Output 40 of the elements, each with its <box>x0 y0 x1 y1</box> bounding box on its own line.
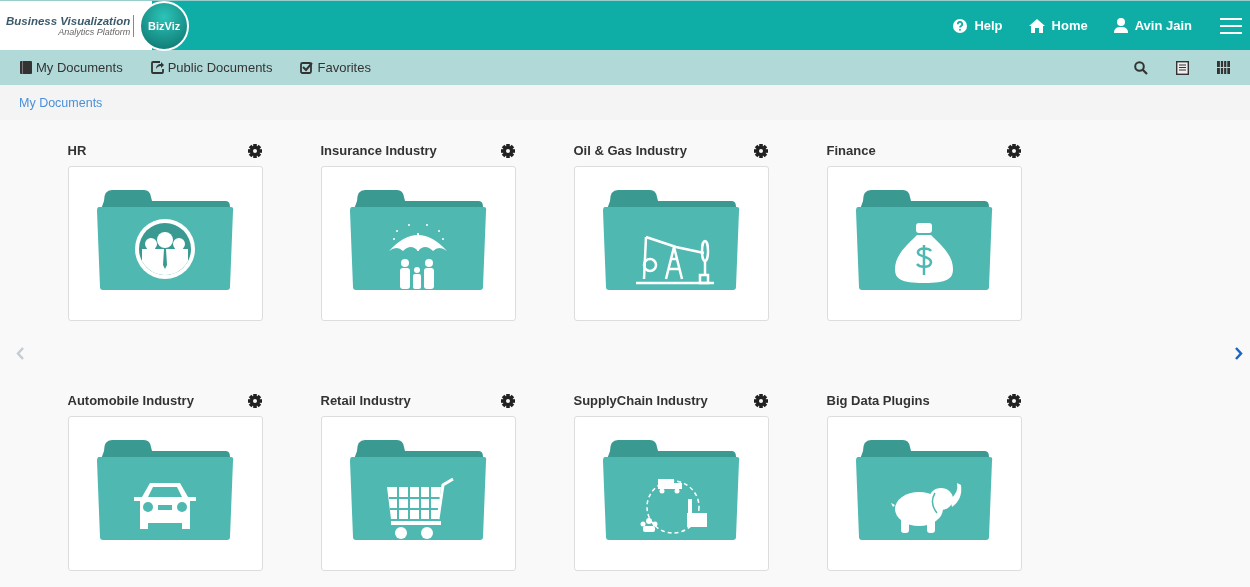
folder-title[interactable]: SupplyChain Industry <box>573 393 708 408</box>
grid-view-icon[interactable] <box>1217 61 1230 74</box>
folder-card[interactable] <box>826 165 1022 321</box>
settings-icon[interactable] <box>1006 143 1021 158</box>
folder-title[interactable]: Automobile Industry <box>67 393 194 408</box>
toolbar-tab[interactable]: Favorites <box>300 60 371 75</box>
settings-icon[interactable] <box>247 393 262 408</box>
folder-card[interactable] <box>67 415 263 571</box>
toolbar-tab[interactable]: My Documents <box>20 60 123 75</box>
home-icon <box>1028 18 1045 33</box>
folder-title[interactable]: Big Data Plugins <box>826 393 930 408</box>
settings-icon[interactable] <box>500 143 515 158</box>
folder-card[interactable] <box>67 165 263 321</box>
folder-card[interactable] <box>573 165 769 321</box>
logo-badge: BizViz <box>139 0 190 51</box>
folder-title[interactable]: Insurance Industry <box>320 143 437 158</box>
folder-title[interactable]: Retail Industry <box>320 393 411 408</box>
user-icon <box>1113 18 1128 33</box>
toolbar-tab[interactable]: Public Documents <box>150 60 273 75</box>
folder-title[interactable]: Finance <box>826 143 876 158</box>
menu-icon[interactable] <box>1220 17 1242 34</box>
settings-icon[interactable] <box>247 143 262 158</box>
settings-icon[interactable] <box>753 393 768 408</box>
folder-card[interactable] <box>826 415 1022 571</box>
list-view-icon[interactable] <box>1176 60 1189 75</box>
settings-icon[interactable] <box>1006 393 1021 408</box>
checkbox-icon <box>300 61 314 74</box>
folder-card[interactable] <box>320 415 516 571</box>
settings-icon[interactable] <box>753 143 768 158</box>
share-icon <box>150 61 164 74</box>
settings-icon[interactable] <box>500 393 515 408</box>
folder-card[interactable] <box>573 415 769 571</box>
logo-subtitle: Analytics Platform <box>58 26 131 37</box>
book-icon <box>20 61 32 74</box>
folder-title[interactable]: Oil & Gas Industry <box>573 143 687 158</box>
logo-title: Business Visualization <box>6 14 131 27</box>
folder-card[interactable] <box>320 165 516 321</box>
folder-title[interactable]: HR <box>67 143 87 158</box>
help-icon <box>953 18 968 33</box>
search-icon[interactable] <box>1134 60 1148 75</box>
